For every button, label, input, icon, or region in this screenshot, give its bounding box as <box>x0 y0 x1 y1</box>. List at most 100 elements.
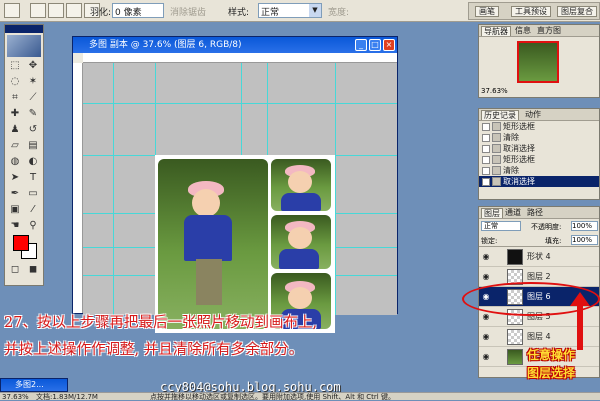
brush-tool-icon[interactable]: ✎ <box>26 107 40 120</box>
history-item[interactable]: 矩形选框 <box>479 154 599 165</box>
feather-label: 羽化: <box>90 8 112 18</box>
blur-tool-icon[interactable]: ◍ <box>8 155 22 168</box>
tutorial-instruction: 27、按以上步骤再把最后一张照片移动到画布上, 并按上述操作作调整, 并且清除所… <box>4 310 474 364</box>
visibility-eye-icon[interactable]: ◉ <box>481 272 491 282</box>
status-bar: 37.63% 文档:1.83M/12.7M 点按并拖移以移动选区或复制选区。要用… <box>0 392 600 401</box>
document-window: 多图 副本 @ 37.6% (图层 6, RGB/8) _ □ × <box>72 36 398 333</box>
history-item-label: 清除 <box>503 166 519 175</box>
photo-boy-middle[interactable] <box>271 215 331 269</box>
tab-layers[interactable]: 图层 <box>481 208 503 218</box>
layer-thumbnail <box>507 249 523 265</box>
layer-row[interactable]: ◉ 形状 4 <box>479 247 599 267</box>
history-item[interactable]: 清除 <box>479 165 599 176</box>
tab-histogram[interactable]: 直方图 <box>535 26 563 36</box>
minimize-button[interactable]: _ <box>355 39 367 51</box>
layers-tabs: 图层 通道 路径 <box>479 207 599 219</box>
visibility-eye-icon[interactable]: ◉ <box>481 312 491 322</box>
healing-brush-tool-icon[interactable]: ✚ <box>8 107 22 120</box>
guide-line[interactable] <box>83 103 397 104</box>
history-item-current[interactable]: 取消选择 <box>479 176 599 187</box>
fill-input[interactable]: 100% <box>571 235 598 245</box>
canvas-area[interactable] <box>83 63 397 333</box>
hand-tool-icon[interactable]: ☚ <box>8 219 22 232</box>
guide-line[interactable] <box>335 63 336 315</box>
photoshop-logo[interactable] <box>7 35 41 57</box>
add-selection-icon[interactable] <box>48 3 64 18</box>
palette-well-tab-layer-comps[interactable]: 图层复合 <box>557 6 597 17</box>
move-tool-icon[interactable]: ✥ <box>26 59 40 72</box>
toolbox: ⬚ ✥ ◌ ✶ ⌗ ⟋ ✚ ✎ ♟ ↺ ▱ ▤ ◍ ◐ ➤ T ✒ ▭ ▣ ⁄ … <box>4 24 44 286</box>
tab-channels[interactable]: 通道 <box>503 208 523 218</box>
guide-line[interactable] <box>113 63 114 315</box>
style-label: 样式: <box>228 8 250 18</box>
zoom-tool-icon[interactable]: ⚲ <box>26 219 40 232</box>
palette-well-tab-tool-presets[interactable]: 工具预设 <box>511 6 551 17</box>
new-selection-icon[interactable] <box>30 3 46 18</box>
notes-tool-icon[interactable]: ▣ <box>8 203 22 216</box>
tab-navigator[interactable]: 导航器 <box>481 26 511 36</box>
eyedropper-tool-icon[interactable]: ⁄ <box>26 203 40 216</box>
marquee-preset-icon[interactable] <box>4 3 20 18</box>
navigator-tabs: 导航器 信息 直方图 <box>479 25 599 37</box>
visibility-eye-icon[interactable]: ◉ <box>481 252 491 262</box>
toolbox-titlebar[interactable] <box>5 25 43 33</box>
lasso-tool-icon[interactable]: ◌ <box>8 75 22 88</box>
style-select[interactable]: 正常 ▼ <box>258 3 322 18</box>
history-item[interactable]: 矩形选框 <box>479 121 599 132</box>
history-item-label: 矩形选框 <box>503 155 535 164</box>
gradient-tool-icon[interactable]: ▤ <box>26 139 40 152</box>
subtract-selection-icon[interactable] <box>66 3 82 18</box>
collage-artboard[interactable] <box>155 155 335 333</box>
palette-well-tab-brushes[interactable]: 画笔 <box>475 6 499 17</box>
opacity-label: 不透明度: <box>531 223 562 231</box>
close-button[interactable]: × <box>383 39 395 51</box>
navigator-preview[interactable] <box>517 41 559 83</box>
feather-input[interactable]: 0 像素 <box>112 3 164 18</box>
crop-tool-icon[interactable]: ⌗ <box>8 91 22 104</box>
photo-boy-with-camera[interactable] <box>158 159 268 329</box>
shape-tool-icon[interactable]: ▭ <box>26 187 40 200</box>
visibility-eye-icon[interactable]: ◉ <box>481 352 491 362</box>
pen-tool-icon[interactable]: ✒ <box>8 187 22 200</box>
tab-actions[interactable]: 动作 <box>523 110 543 120</box>
maximize-button[interactable]: □ <box>369 39 381 51</box>
opacity-input[interactable]: 100% <box>571 221 598 231</box>
tab-info[interactable]: 信息 <box>513 26 533 36</box>
blend-mode-select[interactable]: 正常 <box>481 221 521 231</box>
history-item[interactable]: 清除 <box>479 132 599 143</box>
standard-mode-icon[interactable]: ◻ <box>8 263 22 276</box>
path-selection-tool-icon[interactable]: ➤ <box>8 171 22 184</box>
slice-tool-icon[interactable]: ⟋ <box>26 91 40 104</box>
history-tabs: 历史记录 动作 <box>479 109 599 121</box>
history-item-label: 取消选择 <box>503 144 535 153</box>
layer-name: 图层 4 <box>527 332 551 341</box>
type-tool-icon[interactable]: T <box>26 171 40 184</box>
antialias-checkbox[interactable]: 消除锯齿 <box>170 5 206 18</box>
tab-history[interactable]: 历史记录 <box>481 110 519 120</box>
tab-paths[interactable]: 路径 <box>525 208 545 218</box>
width-label: 宽度: <box>328 8 350 18</box>
history-brush-tool-icon[interactable]: ↺ <box>26 123 40 136</box>
marquee-tool-icon[interactable]: ⬚ <box>8 59 22 72</box>
layer-thumbnail <box>507 329 523 345</box>
dodge-tool-icon[interactable]: ◐ <box>26 155 40 168</box>
minimized-document-tab[interactable]: 多图2... <box>0 378 68 392</box>
document-titlebar[interactable]: 多图 副本 @ 37.6% (图层 6, RGB/8) _ □ × <box>73 37 397 53</box>
foreground-color-swatch[interactable] <box>13 235 29 251</box>
history-panel: 历史记录 动作 矩形选框 清除 取消选择 矩形选框 清除 取消选择 <box>478 108 600 200</box>
visibility-eye-icon[interactable]: ◉ <box>481 332 491 342</box>
eraser-tool-icon[interactable]: ▱ <box>8 139 22 152</box>
ruler-vertical[interactable] <box>73 63 83 313</box>
navigator-zoom[interactable]: 37.63% <box>481 87 508 95</box>
magic-wand-tool-icon[interactable]: ✶ <box>26 75 40 88</box>
lock-controls: 锁定: 填充: 100% <box>479 233 599 247</box>
quick-mask-icon[interactable]: ◼ <box>26 263 40 276</box>
chevron-down-icon: ▼ <box>309 4 321 17</box>
photo-boy-top[interactable] <box>271 159 331 211</box>
clone-stamp-tool-icon[interactable]: ♟ <box>8 123 22 136</box>
history-item[interactable]: 取消选择 <box>479 143 599 154</box>
history-item-label: 矩形选框 <box>503 122 535 131</box>
options-bar: 羽化: 0 像素 消除锯齿 样式: 正常 ▼ 宽度: 画笔 工具预设 图层复合 <box>0 0 600 22</box>
ruler-horizontal[interactable] <box>83 53 397 63</box>
callout-line: 任意操作 <box>526 348 575 362</box>
